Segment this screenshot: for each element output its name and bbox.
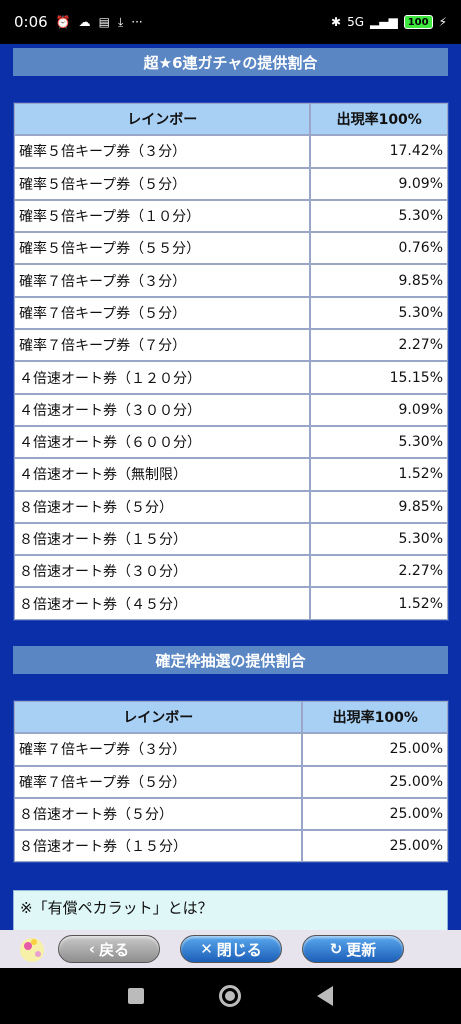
close-button[interactable]: ✕ 閉じる	[180, 935, 282, 963]
table-row: ４倍速オート券（１２０分） 15.15%	[14, 361, 448, 394]
bluetooth-icon: ✱	[331, 15, 342, 29]
note-text[interactable]: ※「有償ペカラット」とは？	[20, 899, 213, 917]
table-row: 確率５倍キープ券（５分） 9.09%	[14, 167, 448, 200]
item-rate: 25.00%	[302, 797, 448, 831]
item-rate: 2.27%	[310, 555, 448, 588]
battery-icon: 100	[403, 15, 433, 29]
item-rate: 5.30%	[310, 199, 448, 233]
alarm-icon: ⏰	[55, 15, 71, 29]
item-rate: 25.00%	[302, 733, 448, 766]
paid-pekarat-note: ※「有償ペカラット」とは？	[13, 890, 448, 930]
table-row: ８倍速オート券（５分） 9.85%	[14, 490, 448, 523]
item-name: 確率５倍キープ券（１０分）	[14, 199, 311, 233]
table-row: ４倍速オート券（無制限） 1.52%	[14, 458, 448, 491]
rates-table-guaranteed: レインボー 出現率100% 確率７倍キープ券（３分） 25.00% 確率７倍キープ券…	[13, 700, 449, 864]
back-button[interactable]: ‹ 戻る	[58, 935, 160, 963]
item-rate: 15.15%	[310, 361, 448, 394]
table-row: ８倍速オート券（１５分） 5.30%	[14, 522, 448, 556]
table-row: 確率５倍キープ券（３分） 17.42%	[14, 135, 448, 168]
news-icon: ▤	[98, 15, 110, 29]
section-title-guaranteed: 確定枠抽選の提供割合	[13, 646, 448, 674]
clock: 0:06	[14, 13, 48, 31]
item-name: 確率５倍キープ券（５分）	[14, 167, 311, 200]
item-name: ８倍速オート券（３０分）	[14, 555, 311, 588]
column-header-rate: 出現率100%	[302, 701, 448, 734]
table-row: 確率７倍キープ券（３分） 9.85%	[14, 264, 448, 297]
table-row: 確率７倍キープ券（５分） 25.00%	[14, 765, 448, 798]
item-rate: 9.09%	[310, 393, 448, 426]
item-rate: 5.30%	[310, 425, 448, 459]
system-nav-bar	[0, 968, 461, 1024]
item-rate: 0.76%	[310, 232, 448, 265]
item-rate: 17.42%	[310, 135, 448, 168]
signal-icon: ▂▄▆	[370, 15, 398, 29]
download-icon: ⤓	[117, 14, 124, 29]
item-name: ４倍速オート券（無制限）	[14, 458, 311, 491]
chevron-left-icon: ‹	[88, 940, 96, 958]
table-row: 確率５倍キープ券（１０分） 5.30%	[14, 199, 448, 233]
item-rate: 1.52%	[310, 587, 448, 620]
table-row: 確率５倍キープ券（５５分） 0.76%	[14, 232, 448, 265]
item-rate: 2.27%	[310, 329, 448, 362]
item-rate: 5.30%	[310, 296, 448, 330]
charging-icon: ⚡	[438, 15, 447, 29]
rates-table-gacha: レインボー 出現率100% 確率５倍キープ券（３分） 17.42% 確率５倍キープ券…	[13, 102, 449, 621]
table-row: 確率７倍キープ券（３分） 25.00%	[14, 733, 448, 766]
table-row: 確率７倍キープ券（５分） 5.30%	[14, 296, 448, 330]
refresh-icon: ↻	[329, 940, 343, 958]
item-name: 確率７倍キープ券（５分）	[14, 296, 311, 330]
status-bar: 0:06 ⏰ ☁ ▤ ⤓ ··· ✱ 5G ▂▄▆ 100 ⚡	[0, 0, 461, 44]
update-button[interactable]: ↻ 更新	[302, 935, 404, 963]
table-row: ４倍速オート券（３００分） 9.09%	[14, 393, 448, 426]
item-rate: 9.85%	[310, 264, 448, 297]
home-icon[interactable]	[219, 985, 242, 1007]
item-rate: 5.30%	[310, 522, 448, 556]
item-rate: 25.00%	[302, 765, 448, 798]
item-name: ４倍速オート券（１２０分）	[14, 361, 311, 394]
item-rate: 1.52%	[310, 458, 448, 491]
table-row: ８倍速オート券（３０分） 2.27%	[14, 555, 448, 588]
item-name: ８倍速オート券（１５分）	[14, 522, 311, 556]
table-row: ８倍速オート券（５分） 25.00%	[14, 797, 448, 831]
item-rate: 9.09%	[310, 167, 448, 200]
recent-apps-icon[interactable]	[127, 988, 144, 1004]
item-name: ８倍速オート券（５分）	[14, 797, 303, 831]
item-name: ４倍速オート券（３００分）	[14, 393, 311, 426]
table-row: 確率７倍キープ券（７分） 2.27%	[14, 329, 448, 362]
bottom-toolbar: ‹ 戻る ✕ 閉じる ↻ 更新	[0, 930, 461, 968]
table-row: ８倍速オート券（４５分） 1.52%	[14, 587, 448, 620]
item-name: ８倍速オート券（１５分）	[14, 830, 303, 863]
table-row: ８倍速オート券（１５分） 25.00%	[14, 830, 448, 863]
item-name: 確率７倍キープ券（５分）	[14, 765, 303, 798]
item-rate: 25.00%	[302, 830, 448, 863]
item-rate: 9.85%	[310, 490, 448, 523]
item-name: ８倍速オート券（４５分）	[14, 587, 311, 620]
page-content[interactable]: 超★6連ガチャの提供割合 レインボー 出現率100% 確率５倍キープ券（３分） 1…	[0, 44, 461, 930]
section-title-gacha: 超★6連ガチャの提供割合	[13, 48, 448, 76]
item-name: 確率５倍キープ券（３分）	[14, 135, 311, 168]
cloud-icon: ☁	[78, 15, 91, 29]
item-name: 確率７倍キープ券（３分）	[14, 733, 303, 766]
network-type: 5G	[347, 15, 364, 29]
back-nav-icon[interactable]	[317, 986, 334, 1006]
close-icon: ✕	[200, 940, 213, 958]
item-name: ８倍速オート券（５分）	[14, 490, 311, 523]
column-header-name: レインボー	[14, 103, 311, 136]
more-icon: ···	[131, 15, 143, 29]
column-header-rate: 出現率100%	[310, 103, 448, 136]
item-name: 確率７倍キープ券（７分）	[14, 329, 311, 362]
item-name: ４倍速オート券（６００分）	[14, 425, 311, 459]
item-name: 確率５倍キープ券（５５分）	[14, 232, 311, 265]
item-name: 確率７倍キープ券（３分）	[14, 264, 311, 297]
column-header-name: レインボー	[14, 701, 303, 734]
table-row: ４倍速オート券（６００分） 5.30%	[14, 425, 448, 459]
